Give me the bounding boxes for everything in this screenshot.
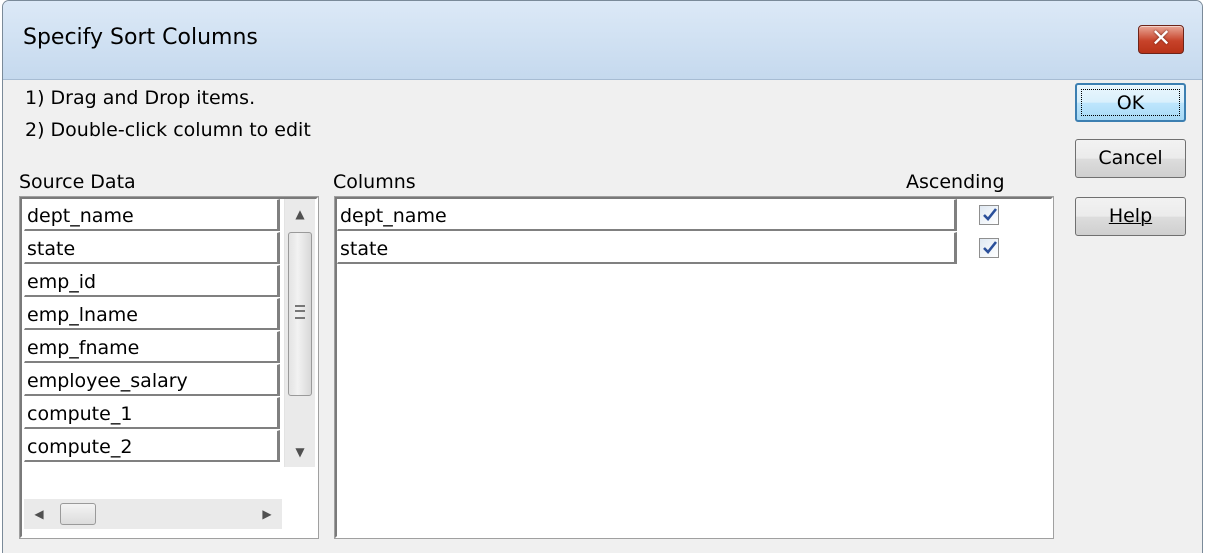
horizontal-scroll-thumb[interactable]	[60, 503, 96, 525]
close-button[interactable]: ✕	[1138, 24, 1184, 54]
source-item-emp-id[interactable]: emp_id	[24, 265, 280, 297]
sort-columns-list[interactable]: dept_name state	[335, 197, 1053, 538]
scroll-right-arrow-icon[interactable]: ▶	[252, 499, 282, 529]
scroll-up-arrow-icon[interactable]: ▲	[285, 199, 315, 229]
source-data-label: Source Data	[19, 171, 136, 193]
column-row-state[interactable]: state	[337, 232, 957, 264]
scroll-left-arrow-icon[interactable]: ◀	[24, 499, 54, 529]
instruction-1: 1) Drag and Drop items.	[25, 87, 256, 109]
help-button[interactable]: Help	[1075, 197, 1186, 236]
vertical-scroll-thumb[interactable]	[288, 232, 312, 396]
source-item-compute-1[interactable]: compute_1	[24, 397, 280, 429]
thumb-grip-icon	[295, 305, 305, 319]
cancel-button-label: Cancel	[1098, 147, 1163, 169]
scroll-down-arrow-icon[interactable]: ▼	[285, 437, 315, 467]
dialog-title: Specify Sort Columns	[23, 25, 258, 50]
ok-button[interactable]: OK	[1075, 83, 1186, 122]
close-icon: ✕	[1150, 24, 1172, 52]
horizontal-scrollbar[interactable]: ◀ ▶	[24, 499, 282, 529]
focus-rectangle	[1081, 89, 1180, 116]
source-data-list[interactable]: dept_name state emp_id emp_lname emp_fna…	[20, 197, 318, 538]
help-button-label: Help	[1108, 205, 1153, 227]
checkmark-icon	[983, 241, 998, 254]
source-item-emp-lname[interactable]: emp_lname	[24, 298, 280, 330]
title-bar[interactable]: Specify Sort Columns ✕	[3, 1, 1202, 80]
ascending-label: Ascending	[906, 171, 1005, 193]
source-data-rows: dept_name state emp_id emp_lname emp_fna…	[24, 199, 280, 463]
ascending-checkbox-dept-name[interactable]	[979, 205, 999, 225]
instruction-2: 2) Double-click column to edit	[25, 119, 311, 141]
source-item-employee-salary[interactable]: employee_salary	[24, 364, 280, 396]
source-item-emp-fname[interactable]: emp_fname	[24, 331, 280, 363]
source-item-compute-2[interactable]: compute_2	[24, 430, 280, 462]
vertical-scrollbar[interactable]: ▲ ▼	[284, 199, 315, 467]
specify-sort-columns-dialog: Specify Sort Columns ✕ 1) Drag and Drop …	[2, 0, 1203, 553]
source-item-dept-name[interactable]: dept_name	[24, 199, 280, 231]
source-item-state[interactable]: state	[24, 232, 280, 264]
checkmark-icon	[983, 208, 998, 221]
ascending-checkbox-state[interactable]	[979, 238, 999, 258]
columns-label: Columns	[333, 171, 416, 193]
column-row-dept-name[interactable]: dept_name	[337, 199, 957, 231]
cancel-button[interactable]: Cancel	[1075, 139, 1186, 178]
